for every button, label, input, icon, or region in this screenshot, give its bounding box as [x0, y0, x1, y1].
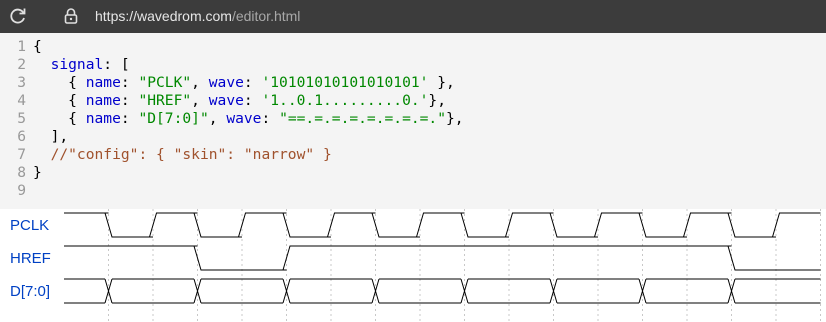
code-text: {: [33, 38, 42, 55]
code-text: //"config": { "skin": "narrow" }: [50, 146, 332, 163]
line-number: 4: [17, 92, 26, 109]
line-number: 7: [17, 146, 26, 163]
line-number: 9: [17, 182, 26, 199]
line-number: 2: [17, 56, 26, 73]
signal-label: PCLK: [10, 217, 49, 234]
signal-wave: [64, 212, 821, 238]
reload-icon[interactable]: [8, 6, 28, 26]
address-bar[interactable]: https://wavedrom.com/editor.html: [95, 7, 300, 25]
lock-icon[interactable]: [64, 7, 78, 25]
code-text: { name: "HREF", wave: '1..0.1.........0.…: [33, 92, 446, 109]
signal-label: D[7:0]: [10, 283, 50, 300]
line-number: 8: [17, 164, 26, 181]
code-text: ],: [33, 128, 69, 145]
browser-toolbar: https://wavedrom.com/editor.html: [0, 0, 826, 33]
code-editor[interactable]: 1 {2 signal: [ 3 { name: "PCLK", wave: '10…: [0, 33, 826, 209]
waveform-diagram: PCLK HREF D[7:0]: [0, 209, 826, 322]
url-path: /editor.html: [231, 8, 301, 24]
code-text: signal: [: [50, 56, 130, 73]
signal-label: HREF: [10, 250, 51, 267]
code-text: { name: "PCLK", wave: '10101010101010101…: [33, 74, 455, 91]
signal-wave: [64, 245, 821, 271]
line-number: 3: [17, 74, 26, 91]
url-host: https://wavedrom.com: [95, 8, 232, 24]
code-text: { name: "D[7:0]", wave: "==.=.=.=.=.=.=.…: [33, 110, 464, 127]
line-number: 1: [17, 38, 26, 55]
line-number: 6: [17, 128, 26, 145]
code-text: }: [33, 164, 42, 181]
line-number: 5: [17, 110, 26, 127]
